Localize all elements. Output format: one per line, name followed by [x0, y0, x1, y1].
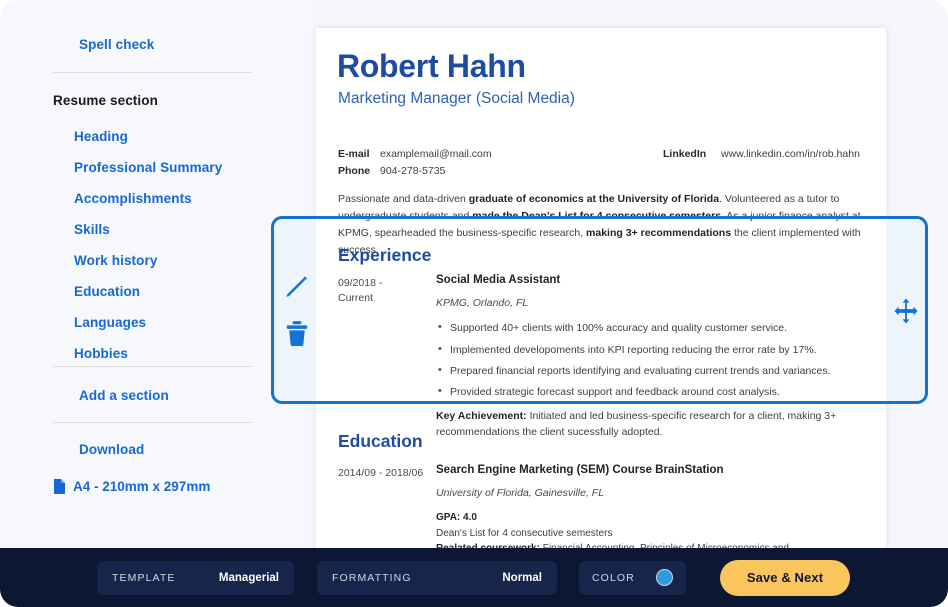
experience-date-range: 09/2018 - Current — [338, 276, 428, 306]
experience-entry: Social Media Assistant KPMG, Orlando, FL… — [436, 274, 876, 441]
pencil-edit-icon[interactable] — [283, 272, 311, 300]
trash-delete-icon[interactable] — [284, 320, 310, 348]
experience-organization: KPMG, Orlando, FL — [436, 297, 876, 310]
email-value: examplemail@mail.com — [380, 148, 492, 160]
sidebar-item-work-history[interactable]: Work history — [74, 254, 222, 268]
education-date-range: 2014/09 - 2018/06 — [338, 466, 438, 481]
summary-bold-2: made the Dean's List for 4 consecutive s… — [472, 210, 721, 222]
phone-value: 904-278-5735 — [380, 165, 445, 177]
template-label: TEMPLATE — [112, 572, 175, 584]
linkedin-value: www.linkedin.com/in/rob.hahn — [721, 148, 860, 160]
experience-bullet: Implemented developoments into KPI repor… — [450, 343, 876, 358]
education-degree: Search Engine Marketing (SEM) Course Bra… — [436, 464, 876, 478]
summary-bold-3: making 3+ recommendations — [586, 227, 731, 239]
education-deans-list: Dean's List for 4 consecutive semesters — [436, 526, 868, 542]
sidebar-divider-middle — [53, 366, 253, 367]
education-coursework: Realated coursework: Financial Accountin… — [436, 541, 868, 548]
linkedin-label: LinkedIn — [663, 148, 721, 160]
resume-full-name: Robert Hahn — [337, 50, 526, 82]
formatting-label: FORMATTING — [332, 572, 412, 584]
add-a-section-button[interactable]: Add a section — [79, 389, 169, 403]
education-details: GPA: 4.0 Dean's List for 4 consecutive s… — [436, 510, 868, 548]
summary-text-1: Passionate and data-driven — [338, 193, 469, 205]
paper-size-label: A4 - 210mm x 297mm — [73, 479, 210, 494]
sidebar-item-professional-summary[interactable]: Professional Summary — [74, 161, 222, 175]
education-gpa: GPA: 4.0 — [436, 510, 868, 526]
sidebar-divider-top — [53, 72, 253, 73]
color-swatch-icon[interactable] — [656, 569, 673, 586]
document-icon — [53, 479, 65, 494]
experience-date-line-1: 09/2018 - — [338, 276, 428, 291]
color-label: COLOR — [592, 572, 635, 584]
sidebar-divider-bottom — [53, 422, 253, 423]
experience-bullet: Prepared financial reports identifying a… — [450, 364, 876, 379]
sidebar-item-education[interactable]: Education — [74, 285, 222, 299]
formatting-selector[interactable]: FORMATTING Normal — [317, 561, 557, 595]
key-achievement-label: Key Achievement: — [436, 410, 527, 422]
education-entry: Search Engine Marketing (SEM) Course Bra… — [436, 464, 876, 548]
sidebar-section-list: Heading Professional Summary Accomplishm… — [74, 130, 222, 378]
education-section-title: Education — [338, 433, 423, 451]
paper-size-row[interactable]: A4 - 210mm x 297mm — [53, 479, 210, 494]
experience-key-achievement: Key Achievement: Initiated and led busin… — [436, 409, 854, 441]
sidebar-item-accomplishments[interactable]: Accomplishments — [74, 192, 222, 206]
sidebar-item-hobbies[interactable]: Hobbies — [74, 347, 222, 361]
bottom-toolbar: TEMPLATE Managerial FORMATTING Normal CO… — [0, 548, 948, 607]
selection-gutter-left — [274, 219, 316, 401]
download-button[interactable]: Download — [79, 443, 144, 457]
experience-bullet: Provided strategic forecast support and … — [450, 385, 876, 400]
experience-role: Social Media Assistant — [436, 274, 876, 288]
template-selector[interactable]: TEMPLATE Managerial — [97, 561, 294, 595]
resume-builder-app: Spell check Resume section Heading Profe… — [0, 0, 948, 607]
contact-row: E-mail examplemail@mail.com LinkedIn www… — [338, 148, 868, 160]
sidebar: Spell check Resume section Heading Profe… — [0, 0, 316, 548]
template-value: Managerial — [219, 572, 279, 584]
sidebar-item-heading[interactable]: Heading — [74, 130, 222, 144]
color-selector[interactable]: COLOR — [579, 561, 686, 595]
email-label: E-mail — [338, 148, 380, 160]
experience-section-title: Experience — [338, 247, 431, 265]
education-organization: University of Florida, Gainesville, FL — [436, 487, 876, 500]
resume-section-heading: Resume section — [53, 93, 158, 108]
resume-preview-panel[interactable]: Robert Hahn Marketing Manager (Social Me… — [316, 28, 886, 548]
experience-bullet-list: Supported 40+ clients with 100% accuracy… — [436, 321, 876, 400]
resume-job-title: Marketing Manager (Social Media) — [338, 91, 575, 107]
experience-bullet: Supported 40+ clients with 100% accuracy… — [450, 321, 876, 336]
resume-contact-block: E-mail examplemail@mail.com LinkedIn www… — [338, 148, 868, 182]
phone-label: Phone — [338, 165, 380, 177]
summary-bold-1: graduate of economics at the University … — [469, 193, 719, 205]
sidebar-item-spell-check[interactable]: Spell check — [79, 38, 154, 52]
contact-row: Phone 904-278-5735 — [338, 165, 868, 177]
sidebar-item-languages[interactable]: Languages — [74, 316, 222, 330]
experience-date-line-2: Current — [338, 291, 428, 306]
formatting-value: Normal — [502, 572, 542, 584]
sidebar-item-skills[interactable]: Skills — [74, 223, 222, 237]
save-and-next-button[interactable]: Save & Next — [720, 560, 850, 596]
move-arrows-icon[interactable] — [893, 298, 919, 324]
